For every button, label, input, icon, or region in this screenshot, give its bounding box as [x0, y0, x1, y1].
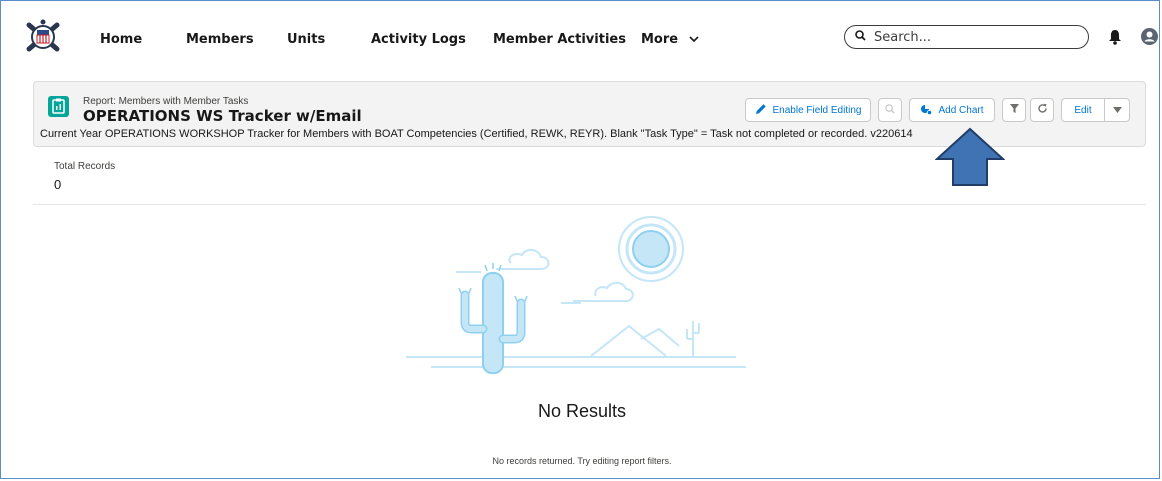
desert-illustration — [401, 211, 761, 381]
search-report-button[interactable] — [878, 98, 902, 122]
filter-button[interactable] — [1002, 98, 1026, 122]
report-type-label: Report: Members with Member Tasks — [83, 96, 249, 107]
total-records-value: 0 — [54, 177, 62, 192]
chart-icon — [920, 103, 933, 118]
edit-label: Edit — [1074, 104, 1092, 116]
add-chart-label: Add Chart — [938, 104, 984, 116]
nav-member-activities[interactable]: Member Activities — [493, 32, 626, 47]
top-navigation: Home Members Units Activity Logs Member … — [1, 1, 1159, 73]
report-title: OPERATIONS WS Tracker w/Email — [83, 107, 362, 125]
chevron-down-icon — [689, 32, 699, 47]
refresh-icon — [1037, 103, 1048, 117]
report-description: Current Year OPERATIONS WORKSHOP Tracker… — [40, 128, 913, 140]
pencil-icon — [755, 103, 767, 118]
search-icon — [885, 103, 895, 117]
add-chart-button[interactable]: Add Chart — [909, 98, 995, 122]
edit-menu-button[interactable] — [1104, 98, 1130, 122]
notification-bell-icon[interactable] — [1108, 29, 1122, 50]
enable-field-editing-button[interactable]: Enable Field Editing — [745, 98, 871, 122]
user-avatar-icon[interactable] — [1141, 28, 1158, 50]
nav-activity-logs[interactable]: Activity Logs — [371, 32, 466, 47]
search-icon — [855, 28, 866, 46]
coast-guard-logo-icon[interactable] — [23, 17, 63, 57]
report-icon — [48, 96, 69, 117]
annotation-arrow-icon — [934, 127, 1006, 187]
caret-down-icon — [1112, 105, 1122, 116]
empty-state-message: No records returned. Try editing report … — [492, 456, 672, 466]
global-search[interactable] — [844, 25, 1089, 49]
filter-icon — [1009, 104, 1019, 116]
nav-more-label: More — [641, 32, 679, 47]
app-frame: Home Members Units Activity Logs Member … — [0, 0, 1160, 479]
search-input[interactable] — [872, 28, 1066, 46]
empty-state-title: No Results — [537, 401, 627, 421]
edit-button[interactable]: Edit — [1061, 98, 1105, 122]
total-records-label: Total Records — [54, 161, 116, 172]
enable-field-editing-label: Enable Field Editing — [772, 104, 862, 116]
nav-home[interactable]: Home — [100, 32, 142, 47]
divider — [33, 204, 1146, 205]
nav-units[interactable]: Units — [287, 32, 325, 47]
nav-more[interactable]: More — [641, 32, 699, 47]
refresh-button[interactable] — [1030, 98, 1054, 122]
nav-members[interactable]: Members — [186, 32, 254, 47]
